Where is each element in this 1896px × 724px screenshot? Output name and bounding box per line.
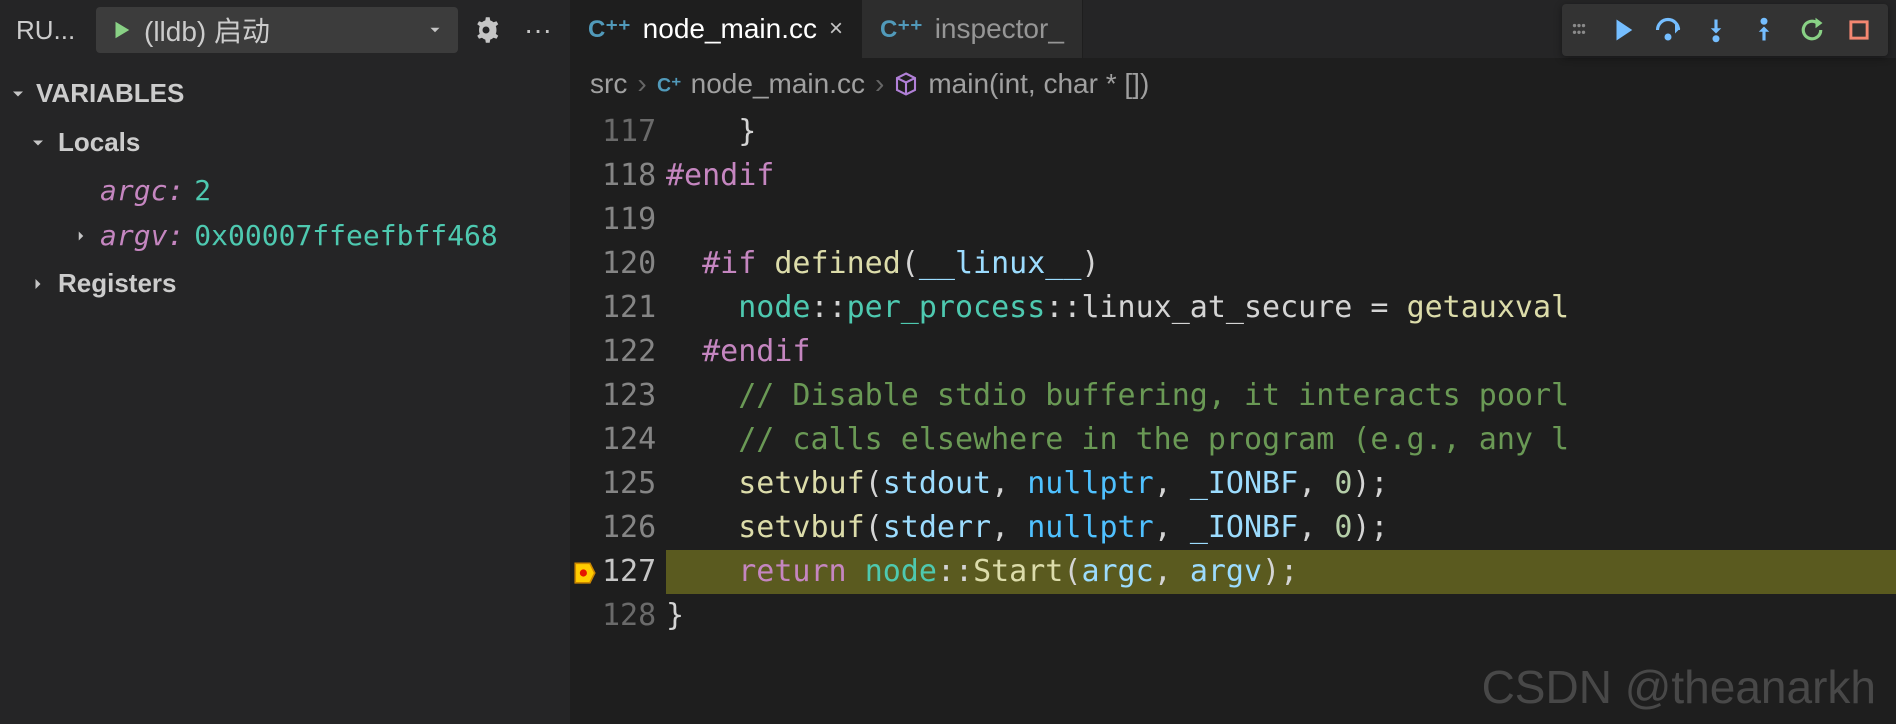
breadcrumb[interactable]: src › C⁺⁺ node_main.cc › main(int, char … — [570, 58, 1896, 110]
chevron-right-icon — [72, 227, 90, 245]
breakpoint-gutter[interactable] — [570, 594, 602, 638]
tab-label: inspector_ — [935, 13, 1064, 45]
breakpoint-gutter[interactable] — [570, 374, 602, 418]
close-icon[interactable]: × — [829, 15, 843, 43]
step-into-button[interactable] — [1694, 10, 1738, 50]
debug-toolbar[interactable] — [1562, 4, 1888, 56]
line-number: 122 — [602, 330, 654, 374]
code-line[interactable]: setvbuf(stderr, nullptr, _IONBF, 0); — [666, 506, 1896, 550]
stop-button[interactable] — [1838, 11, 1880, 49]
line-number: 124 — [602, 418, 654, 462]
code-line[interactable]: #endif — [666, 154, 1896, 198]
locals-label: Locals — [58, 127, 140, 158]
code-line[interactable]: // Disable stdio buffering, it interacts… — [666, 374, 1896, 418]
chevron-down-icon — [28, 133, 48, 153]
variables-label: VARIABLES — [36, 78, 184, 109]
run-header: RU... (lldb) 启动 ··· — [0, 0, 570, 60]
breakpoint-gutter[interactable] — [570, 198, 602, 242]
breakpoint-gutter[interactable] — [570, 550, 602, 594]
breakpoint-gutter[interactable] — [570, 286, 602, 330]
variable-value: 0x00007ffeefbff468 — [194, 219, 497, 252]
variable-value: 2 — [194, 174, 211, 207]
registers-label: Registers — [58, 268, 177, 299]
breakpoint-gutter[interactable] — [570, 462, 602, 506]
line-number: 121 — [602, 286, 654, 330]
code-line[interactable]: setvbuf(stdout, nullptr, _IONBF, 0); — [666, 462, 1896, 506]
breakpoint-gutter[interactable] — [570, 330, 602, 374]
code-line[interactable]: // calls elsewhere in the program (e.g.,… — [666, 418, 1896, 462]
restart-button[interactable] — [1790, 10, 1834, 50]
variables-section[interactable]: VARIABLES — [0, 60, 570, 117]
variable-name: argv: — [100, 219, 184, 252]
chevron-right-icon: › — [875, 68, 884, 100]
step-over-button[interactable] — [1646, 10, 1690, 50]
chevron-down-icon — [8, 84, 28, 104]
launch-config-dropdown[interactable]: (lldb) 启动 — [96, 7, 458, 53]
step-out-button[interactable] — [1742, 10, 1786, 50]
cpp-file-icon: C⁺⁺ — [880, 15, 923, 44]
breakpoint-gutter[interactable] — [570, 506, 602, 550]
play-icon — [110, 19, 132, 41]
line-number: 126 — [602, 506, 654, 550]
line-number: 125 — [602, 462, 654, 506]
variable-row[interactable]: argv: 0x00007ffeefbff468 — [0, 213, 570, 258]
code-editor[interactable]: 117118119120121122123124125126127128 }#e… — [570, 110, 1896, 724]
line-number: 118 — [602, 154, 654, 198]
code-line[interactable]: return node::Start(argc, argv); — [666, 550, 1896, 594]
breakpoint-gutter[interactable] — [570, 154, 602, 198]
chevron-down-icon — [426, 21, 444, 39]
chevron-right-icon: › — [637, 68, 646, 100]
code-line[interactable]: } — [666, 594, 1896, 638]
editor-area: C⁺⁺ node_main.cc × C⁺⁺ inspector_ src › C⁺⁺ … — [570, 0, 1896, 724]
symbol-method-icon — [894, 72, 918, 96]
tab-inspector_[interactable]: C⁺⁺ inspector_ — [862, 0, 1083, 58]
code-line[interactable]: } — [666, 110, 1896, 154]
tab-label: node_main.cc — [643, 13, 817, 45]
code-line[interactable]: node::per_process::linux_at_secure = get… — [666, 286, 1896, 330]
line-number: 119 — [602, 198, 654, 242]
code-line[interactable]: #if defined(__linux__) — [666, 242, 1896, 286]
line-number: 117 — [602, 110, 654, 154]
run-title: RU... — [8, 15, 88, 46]
breakpoint-gutter[interactable] — [570, 242, 602, 286]
locals-section[interactable]: Locals — [0, 117, 570, 168]
breadcrumb-file[interactable]: node_main.cc — [691, 68, 865, 100]
svg-text:C⁺⁺: C⁺⁺ — [657, 75, 681, 97]
grip-icon[interactable] — [1570, 21, 1594, 39]
tab-node_main-cc[interactable]: C⁺⁺ node_main.cc × — [570, 0, 862, 58]
breadcrumb-folder[interactable]: src — [590, 68, 627, 100]
breakpoint-gutter[interactable] — [570, 418, 602, 462]
registers-section[interactable]: Registers — [0, 258, 570, 309]
debug-sidebar: RU... (lldb) 启动 ··· VARIABLES Locals arg… — [0, 0, 570, 724]
line-number: 123 — [602, 374, 654, 418]
cpp-file-icon: C⁺⁺ — [657, 72, 681, 96]
line-number: 127 — [602, 550, 654, 594]
continue-button[interactable] — [1598, 10, 1642, 50]
cpp-file-icon: C⁺⁺ — [588, 15, 631, 44]
code-line[interactable]: #endif — [666, 330, 1896, 374]
code-line[interactable] — [666, 198, 1896, 242]
more-icon[interactable]: ··· — [514, 14, 562, 46]
line-number: 120 — [602, 242, 654, 286]
variable-row[interactable]: argc: 2 — [0, 168, 570, 213]
line-number: 128 — [602, 594, 654, 638]
breakpoint-gutter[interactable] — [570, 110, 602, 154]
breadcrumb-symbol[interactable]: main(int, char * []) — [928, 68, 1149, 100]
gear-icon[interactable] — [466, 10, 506, 50]
variable-name: argc: — [100, 174, 184, 207]
chevron-right-icon — [28, 274, 48, 294]
launch-config-name: (lldb) 启动 — [144, 10, 414, 50]
